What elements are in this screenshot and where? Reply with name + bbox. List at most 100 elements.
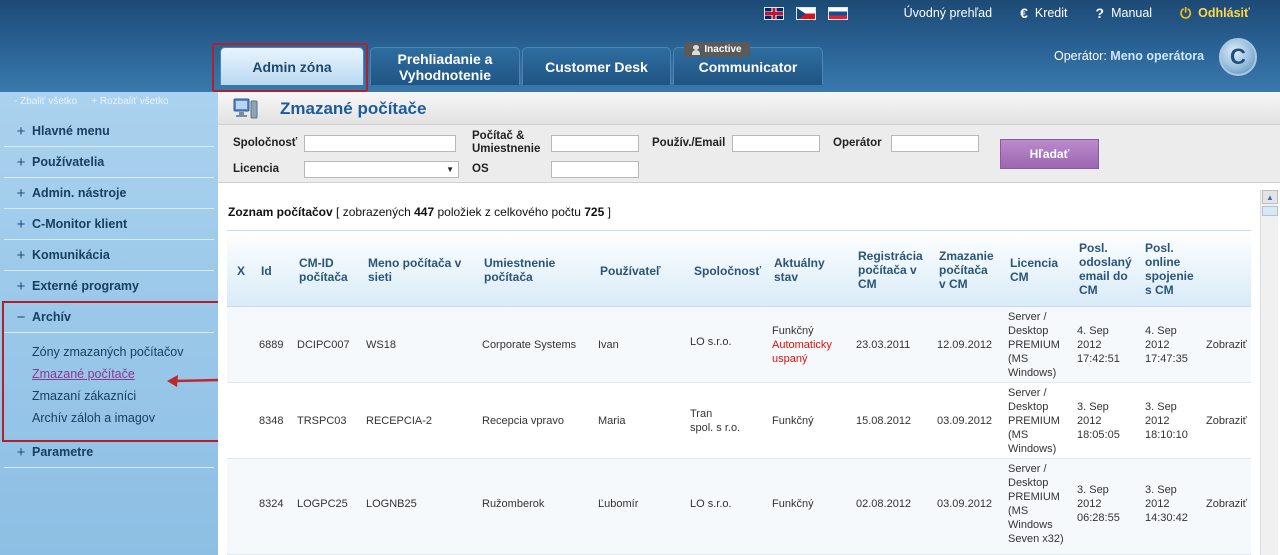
os-filter-label: OS	[472, 163, 489, 175]
collapse-all-link[interactable]: - Zbaliť všetko	[14, 96, 77, 107]
flag-uk-icon[interactable]	[763, 6, 784, 20]
user-email-filter-label: Použív./Email	[652, 137, 726, 149]
overview-link[interactable]: Úvodný prehľad	[904, 6, 992, 20]
cell-cmid: LOGPC25	[297, 498, 348, 510]
flag-cz-icon[interactable]	[795, 6, 816, 20]
sidebar-item-communication[interactable]: + Komunikácia	[4, 240, 214, 271]
company-filter-input[interactable]	[304, 135, 456, 152]
sidebar-item-users[interactable]: + Používatelia	[4, 147, 214, 178]
cell-last-online-line1: 3. Sep	[1145, 484, 1177, 496]
cell-license-line3: PREMIUM	[1008, 415, 1060, 427]
cell-last-email-line1: 3. Sep	[1077, 401, 1109, 413]
computer-filter-input[interactable]	[551, 135, 639, 152]
col-header-x[interactable]: X	[237, 264, 245, 278]
search-button[interactable]: Hľadať	[1000, 139, 1099, 169]
col-header-location-line2: počítača	[484, 270, 533, 284]
cell-license-line5: Windows	[1008, 519, 1053, 531]
sidebar-item-label: C-Monitor klient	[32, 217, 128, 231]
cell-license-line4: (MS	[1008, 429, 1029, 441]
col-header-name[interactable]: Meno počítača v sieti	[368, 256, 461, 284]
list-shown-prefix: [ zobrazených	[336, 205, 411, 219]
tab-customer-desk-label: Customer Desk	[545, 58, 648, 75]
sidebar-item-admin-tools[interactable]: + Admin. nástroje	[4, 178, 214, 209]
cell-user: Ivan	[598, 339, 619, 351]
col-header-location[interactable]: Umiestnenie počítača	[484, 256, 555, 284]
col-header-deleted[interactable]: Zmazanie počítača v CM	[939, 249, 994, 291]
sidebar-item-label: Používatelia	[32, 155, 105, 169]
power-icon: ⏻	[1180, 4, 1192, 21]
cell-cmid: TRSPC03	[297, 415, 347, 427]
operator-filter-label: Operátor	[833, 137, 882, 149]
cell-license-line5: Windows)	[1008, 443, 1057, 455]
cell-license-line4: (MS	[1008, 353, 1029, 365]
logout-link[interactable]: ⏻ Odhlásiť	[1180, 5, 1250, 22]
operator-filter-input[interactable]	[891, 135, 979, 152]
col-header-id[interactable]: Id	[261, 264, 272, 278]
col-header-registered[interactable]: Registrácia počítača v CM	[858, 249, 923, 291]
col-header-state[interactable]: Aktuálny stav	[774, 256, 825, 284]
cell-last-online-line3: 18:10:10	[1145, 429, 1188, 441]
col-header-license[interactable]: Licencia CM	[1010, 256, 1058, 284]
cell-license-line2: Desktop	[1008, 401, 1049, 413]
show-link[interactable]: Zobraziť	[1206, 414, 1247, 428]
cell-id: 8324	[259, 498, 284, 510]
cell-last-email: 4. Sep 2012 17:42:51	[1077, 324, 1120, 366]
cell-company: Tran spol. s r.o.	[690, 407, 740, 435]
plus-icon: +	[16, 277, 26, 295]
table-row[interactable]: 8324 LOGPC25 LOGNB25 Ružomberok Ľubomír …	[227, 459, 1251, 555]
os-filter-input[interactable]	[551, 161, 639, 178]
user-email-filter-input[interactable]	[732, 135, 820, 152]
col-header-last-email[interactable]: Posl. odoslaný email do CM	[1079, 241, 1132, 297]
cell-last-online-line2: 2012	[1145, 498, 1170, 510]
cell-license-line1: Server /	[1008, 387, 1047, 399]
cell-license-line2: Desktop	[1008, 477, 1049, 489]
plus-icon: +	[16, 246, 26, 264]
sidebar-item-cmonitor-client[interactable]: + C-Monitor klient	[4, 209, 214, 240]
list-suffix: ]	[607, 205, 611, 219]
sidebar-controls: - Zbaliť všetko + Rozbaliť všetko	[14, 96, 169, 107]
scroll-thumb[interactable]	[1262, 206, 1278, 216]
tab-customer-desk[interactable]: Customer Desk	[522, 47, 671, 85]
computer-filter-label: Počítač & Umiestnenie	[472, 130, 540, 156]
show-link[interactable]: Zobraziť	[1206, 497, 1247, 511]
expand-all-link[interactable]: + Rozbaliť všetko	[91, 96, 168, 107]
flag-sk-icon[interactable]	[827, 6, 848, 20]
cell-license-line1: Server /	[1008, 311, 1047, 323]
vertical-scrollbar[interactable]: ▲	[1260, 190, 1278, 555]
col-header-location-line1: Umiestnenie	[484, 256, 556, 270]
computers-table: X Id CM-ID počítača Meno počítača v siet…	[227, 230, 1251, 555]
col-header-last-online-line4: s CM	[1145, 283, 1174, 297]
manual-link[interactable]: ? Manual	[1096, 5, 1153, 21]
cell-user: Maria	[598, 415, 626, 427]
plus-icon: +	[16, 184, 26, 202]
tab-review[interactable]: Prehliadanie a Vyhodnotenie	[370, 47, 520, 85]
inactive-badge: Inactive	[684, 42, 750, 57]
col-header-user[interactable]: Používateľ	[600, 264, 661, 278]
cell-last-online-line3: 14:30:42	[1145, 512, 1188, 524]
col-header-last-online[interactable]: Posl. online spojenie s CM	[1145, 241, 1194, 297]
table-header: X Id CM-ID počítača Meno počítača v siet…	[227, 230, 1251, 307]
col-header-deleted-line2: počítača	[939, 263, 988, 277]
col-header-company[interactable]: Spoločnosť	[694, 264, 761, 278]
col-header-last-email-line4: CM	[1079, 283, 1098, 297]
table-row[interactable]: 8348 TRSPC03 RECEPCIA-2 Recepcia vpravo …	[227, 383, 1251, 459]
tab-highlight-box	[212, 43, 368, 92]
operator-name[interactable]: Meno operátora	[1110, 49, 1204, 63]
scroll-up-icon[interactable]: ▲	[1262, 190, 1278, 204]
credit-link[interactable]: € Kredit	[1020, 5, 1067, 21]
cell-state-line1: Funkčný	[772, 325, 814, 337]
show-link[interactable]: Zobraziť	[1206, 338, 1247, 352]
col-header-deleted-line3: v CM	[939, 277, 968, 291]
cell-last-online-line1: 3. Sep	[1145, 401, 1177, 413]
computer-icon	[233, 98, 258, 119]
app-logo: C	[1219, 38, 1257, 76]
license-filter-select[interactable]	[304, 161, 459, 178]
col-header-deleted-line1: Zmazanie	[939, 249, 994, 263]
sidebar-item-main-menu[interactable]: + Hlavné menu	[4, 116, 214, 147]
table-row[interactable]: 6889 DCIPC007 WS18 Corporate Systems Iva…	[227, 307, 1251, 383]
logout-link-label: Odhlásiť	[1198, 6, 1250, 20]
col-header-cmid[interactable]: CM-ID počítača	[299, 256, 348, 284]
sidebar-item-external-programs[interactable]: + Externé programy	[4, 271, 214, 302]
app-logo-letter: C	[1230, 44, 1246, 69]
col-header-state-line1: Aktuálny	[774, 256, 825, 270]
